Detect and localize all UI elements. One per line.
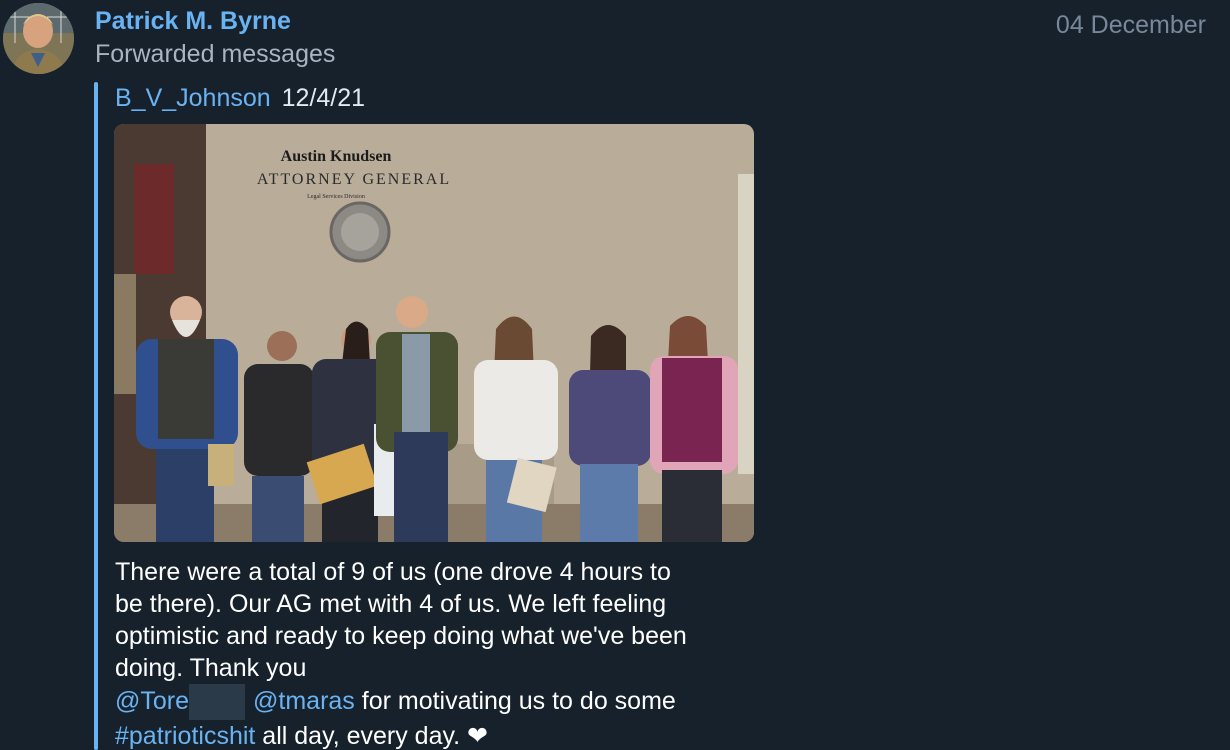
text-line-3: optimistic and ready to keep doing what … — [115, 622, 687, 650]
redaction-box — [189, 684, 246, 720]
message-text: There were a total of 9 of us (one drove… — [115, 556, 775, 750]
avatar-photo — [3, 3, 74, 74]
avatar[interactable] — [3, 3, 74, 74]
message-date: 04 December — [1055, 11, 1206, 39]
forward-header: B_V_Johnson 12/4/21 — [115, 82, 365, 114]
hashtag-link[interactable]: #patrioticshit — [115, 722, 255, 750]
forward-quote-bar — [94, 82, 98, 750]
text-line-6-rest: all day, every day. ❤ — [255, 722, 488, 750]
text-line-6: #patrioticshit all day, every day. ❤ — [115, 720, 775, 750]
message-photo[interactable]: Austin Knudsen ATTORNEY GENERAL Legal Se… — [114, 124, 754, 542]
sign-title: ATTORNEY GENERAL — [257, 171, 451, 188]
sender-name[interactable]: Patrick M. Byrne — [95, 5, 291, 37]
forwarded-from-link[interactable]: B_V_Johnson — [115, 84, 271, 112]
text-line-5: @Tore @tmaras for motivating us to do som… — [115, 684, 775, 720]
text-line-1: There were a total of 9 of us (one drove… — [115, 558, 671, 586]
text-line-2: be there). Our AG met with 4 of us. We l… — [115, 590, 667, 618]
photo-image: Austin Knudsen ATTORNEY GENERAL Legal Se… — [114, 124, 754, 542]
sign-name: Austin Knudsen — [281, 148, 392, 165]
mention-link[interactable]: @Tore — [115, 687, 189, 715]
mention-link[interactable]: @tmaras — [253, 687, 355, 715]
message: Patrick M. Byrne Forwarded messages 04 D… — [0, 0, 1230, 750]
forwarded-date: 12/4/21 — [281, 84, 366, 112]
text-line-5-rest: for motivating us to do some — [354, 687, 676, 715]
sign-division: Legal Services Division — [307, 194, 365, 200]
forwarded-label: Forwarded messages — [95, 40, 336, 68]
text-line-4: doing. Thank you — [115, 654, 307, 682]
